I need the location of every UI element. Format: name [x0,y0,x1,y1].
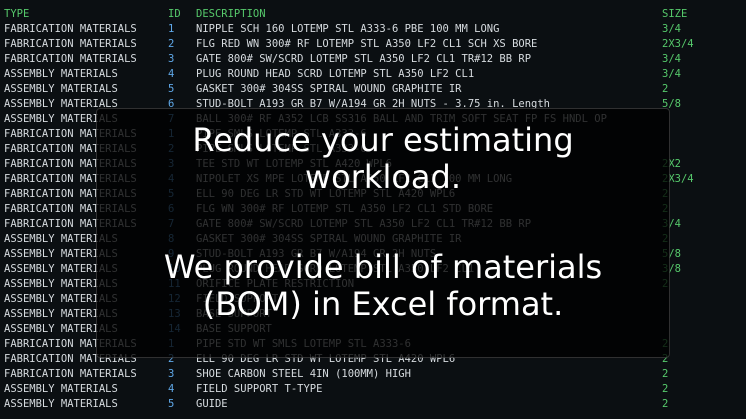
row-type: ASSEMBLY MATERIALS [4,383,118,395]
row-description: SHOE CARBON STEEL 4IN (100MM) HIGH [196,368,411,380]
row-size: 3/4 [662,68,681,80]
row-id: 4 [168,68,175,80]
row-size: 2 [662,83,669,95]
table-row: FABRICATION MATERIALS 1 NIPPLE SCH 160 LOT… [0,22,746,37]
table-header: TYPE ID DESCRIPTION SIZE [0,7,746,22]
table-row: ASSEMBLY MATERIALS 5 GUIDE 2 [0,397,746,412]
row-description: GASKET 300# 304SS SPIRAL WOUND GRAPHITE … [196,83,462,95]
row-size: 3/4 [662,53,681,65]
row-id: 2 [168,38,175,50]
row-id: 3 [168,368,175,380]
row-description: GUIDE [196,398,228,410]
table-row: ASSEMBLY MATERIALS 4 PLUG ROUND HEAD SCRD … [0,67,746,82]
row-size: 2 [662,368,669,380]
promo-overlay: Reduce your estimating workload. We prov… [96,108,670,358]
column-header-description: DESCRIPTION [196,8,266,20]
bom-listing-screen: TYPE ID DESCRIPTION SIZE FABRICATION MAT… [0,0,746,419]
row-size: 2 [662,398,669,410]
overlay-line-1: Reduce your estimating [192,121,574,159]
row-type: FABRICATION MATERIALS [4,53,137,65]
row-type: FABRICATION MATERIALS [4,38,137,50]
row-size: 3/4 [662,23,681,35]
column-header-type: TYPE [4,8,30,20]
row-description: FIELD SUPPORT T-TYPE [196,383,323,395]
row-id: 1 [168,23,175,35]
table-row: ASSEMBLY MATERIALS 5 GASKET 300# 304SS SPI… [0,82,746,97]
overlay-line-2: workload. [305,158,461,196]
column-header-size: SIZE [662,8,688,20]
row-description: PLUG ROUND HEAD SCRD LOTEMP STL A350 LF2… [196,68,475,80]
column-header-id: ID [168,8,181,20]
overlay-line-3: We provide bill of materials [163,248,603,286]
row-description: FLG RED WN 300# RF LOTEMP STL A350 LF2 C… [196,38,538,50]
row-id: 5 [168,398,175,410]
row-description: GATE 800# SW/SCRD LOTEMP STL A350 LF2 CL… [196,53,532,65]
row-size: 2 [662,383,669,395]
row-id: 3 [168,53,175,65]
row-id: 5 [168,83,175,95]
row-size: 2X3/4 [662,38,694,50]
row-type: ASSEMBLY MATERIALS [4,83,118,95]
overlay-line-4: (BOM) in Excel format. [202,285,564,323]
row-type: FABRICATION MATERIALS [4,368,137,380]
row-type: ASSEMBLY MATERIALS [4,68,118,80]
table-row: ASSEMBLY MATERIALS 4 FIELD SUPPORT T-TYPE 2 [0,382,746,397]
table-row: FABRICATION MATERIALS 3 SHOE CARBON STEEL … [0,367,746,382]
table-row: FABRICATION MATERIALS 2 FLG RED WN 300# RF… [0,37,746,52]
row-type: ASSEMBLY MATERIALS [4,398,118,410]
row-type: FABRICATION MATERIALS [4,23,137,35]
row-description: NIPPLE SCH 160 LOTEMP STL A333-6 PBE 100… [196,23,500,35]
table-row: FABRICATION MATERIALS 3 GATE 800# SW/SCRD … [0,52,746,67]
row-id: 4 [168,383,175,395]
